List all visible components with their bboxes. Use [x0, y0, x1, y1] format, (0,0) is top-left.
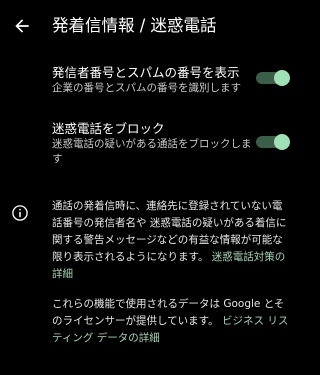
setting-subtitle: 迷惑電話の疑いがある通話をブロックします	[52, 138, 252, 165]
info-paragraph-1: 通話の発着信時に、連絡先に登録されていない電話番号の発信者名や 迷惑電話の疑いが…	[52, 198, 290, 283]
setting-caller-id-spam[interactable]: 発信者番号とスパムの番号を表示 企業の番号とスパムの番号を識別します	[0, 64, 300, 112]
app-bar: 発着信情報 / 迷惑電話	[0, 0, 300, 56]
back-button[interactable]	[8, 12, 36, 40]
setting-subtitle: 企業の番号とスパムの番号を識別します	[52, 82, 241, 94]
toggle-thumb	[274, 70, 290, 86]
page-title: 発着信情報 / 迷惑電話	[52, 16, 217, 35]
info-icon	[11, 204, 29, 222]
setting-title: 迷惑電話をブロック	[52, 121, 165, 136]
setting-title: 発信者番号とスパムの番号を表示	[52, 65, 240, 80]
setting-block-spam[interactable]: 迷惑電話をブロック 迷惑電話の疑いがある通話をブロックします	[0, 120, 300, 172]
arrow-back-icon	[15, 19, 29, 33]
block-spam-toggle[interactable]	[256, 134, 290, 150]
toggle-thumb	[274, 134, 290, 150]
caller-id-toggle[interactable]	[256, 70, 290, 86]
info-paragraph-2: これらの機能で使用されるデータは Google とそのライセンサーが提供していま…	[52, 296, 290, 347]
